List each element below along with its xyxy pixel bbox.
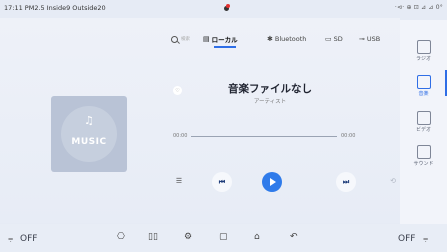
fan-left-icon: ⩦ (8, 234, 14, 244)
sidebar: ラジオ 音楽 ビデオ サウンド (400, 20, 447, 225)
split-screen-icon[interactable]: ▯▯ (148, 232, 158, 242)
search-icon (171, 35, 178, 43)
back-icon[interactable]: ↶ (290, 232, 298, 242)
sidebar-item-label: ラジオ (416, 56, 431, 62)
recent-apps-icon[interactable]: ▢ (219, 232, 228, 242)
tab-bluetooth[interactable]: ✱ Bluetooth (267, 33, 306, 45)
music-note-icon: ♫ (84, 114, 94, 127)
tab-sd-label: SD (333, 35, 343, 43)
status-info: 17:11 PM2.5 Inside9 Outside20 (4, 4, 106, 12)
video-icon (416, 111, 431, 125)
fan-right-icon: ⩦ (423, 234, 429, 244)
playlist-button[interactable]: ☰ (172, 174, 186, 188)
search-box[interactable]: 検索 (171, 33, 193, 45)
sidebar-item-radio[interactable]: ラジオ (400, 40, 447, 62)
track-artist: アーティスト (253, 99, 287, 105)
folder-icon: ▤ (203, 35, 210, 43)
active-tab-indicator (214, 46, 236, 48)
play-button[interactable] (262, 172, 282, 192)
notification-icon[interactable] (224, 4, 230, 11)
tab-usb[interactable]: ⊸ USB (359, 33, 380, 45)
album-art: ♫ MUSIC (51, 96, 127, 172)
sidebar-item-label: ビデオ (415, 127, 431, 133)
fan-right-status[interactable]: OFF (398, 234, 415, 244)
camera-icon[interactable]: ⎔ (117, 232, 125, 242)
status-bar: 17:11 PM2.5 Inside9 Outside20 ·⊲· ⊕ ⊡ ⊿ … (0, 0, 447, 20)
usb-icon: ⊸ (359, 35, 365, 43)
bluetooth-icon: ✱ (267, 35, 273, 43)
status-icons: ·⊲· ⊕ ⊡ ⊿ ⊿ 0° (394, 4, 443, 11)
sidebar-item-sound[interactable]: サウンド (400, 145, 447, 167)
previous-button[interactable]: ⏮ (212, 172, 232, 192)
favorite-icon[interactable]: ♡ (173, 86, 182, 95)
progress-bar[interactable] (191, 136, 337, 137)
next-icon: ⏭ (342, 177, 350, 186)
time-total: 00:00 (341, 133, 356, 139)
sidebar-item-label: 音楽 (418, 91, 429, 97)
music-icon (416, 75, 431, 89)
next-button[interactable]: ⏭ (336, 172, 356, 192)
tab-sd[interactable]: ▭ SD (325, 33, 343, 45)
tab-local[interactable]: ▤ ローカル (203, 33, 238, 45)
album-placeholder-text: MUSIC (71, 137, 107, 147)
track-title: 音楽ファイルなし (228, 83, 312, 95)
sidebar-item-music[interactable]: 音楽 (400, 75, 447, 97)
fan-left-status[interactable]: OFF (20, 234, 37, 244)
sound-icon (416, 145, 431, 159)
tab-usb-label: USB (366, 35, 381, 43)
previous-icon: ⏮ (218, 177, 226, 186)
tab-bluetooth-label: Bluetooth (274, 35, 307, 43)
time-current: 00:00 (173, 133, 188, 139)
search-placeholder: 検索 (181, 37, 190, 42)
radio-icon (416, 40, 431, 54)
home-icon[interactable]: ⌂ (254, 232, 260, 242)
sd-card-icon: ▭ (325, 35, 332, 43)
playlist-icon: ☰ (175, 177, 183, 185)
climate-icon[interactable]: ⚙ (184, 232, 192, 242)
tab-local-label: ローカル (211, 36, 238, 44)
repeat-button[interactable]: ⟲ (386, 174, 400, 188)
sidebar-item-label: サウンド (413, 161, 434, 167)
repeat-icon: ⟲ (390, 177, 396, 185)
sidebar-item-video[interactable]: ビデオ (400, 111, 447, 133)
